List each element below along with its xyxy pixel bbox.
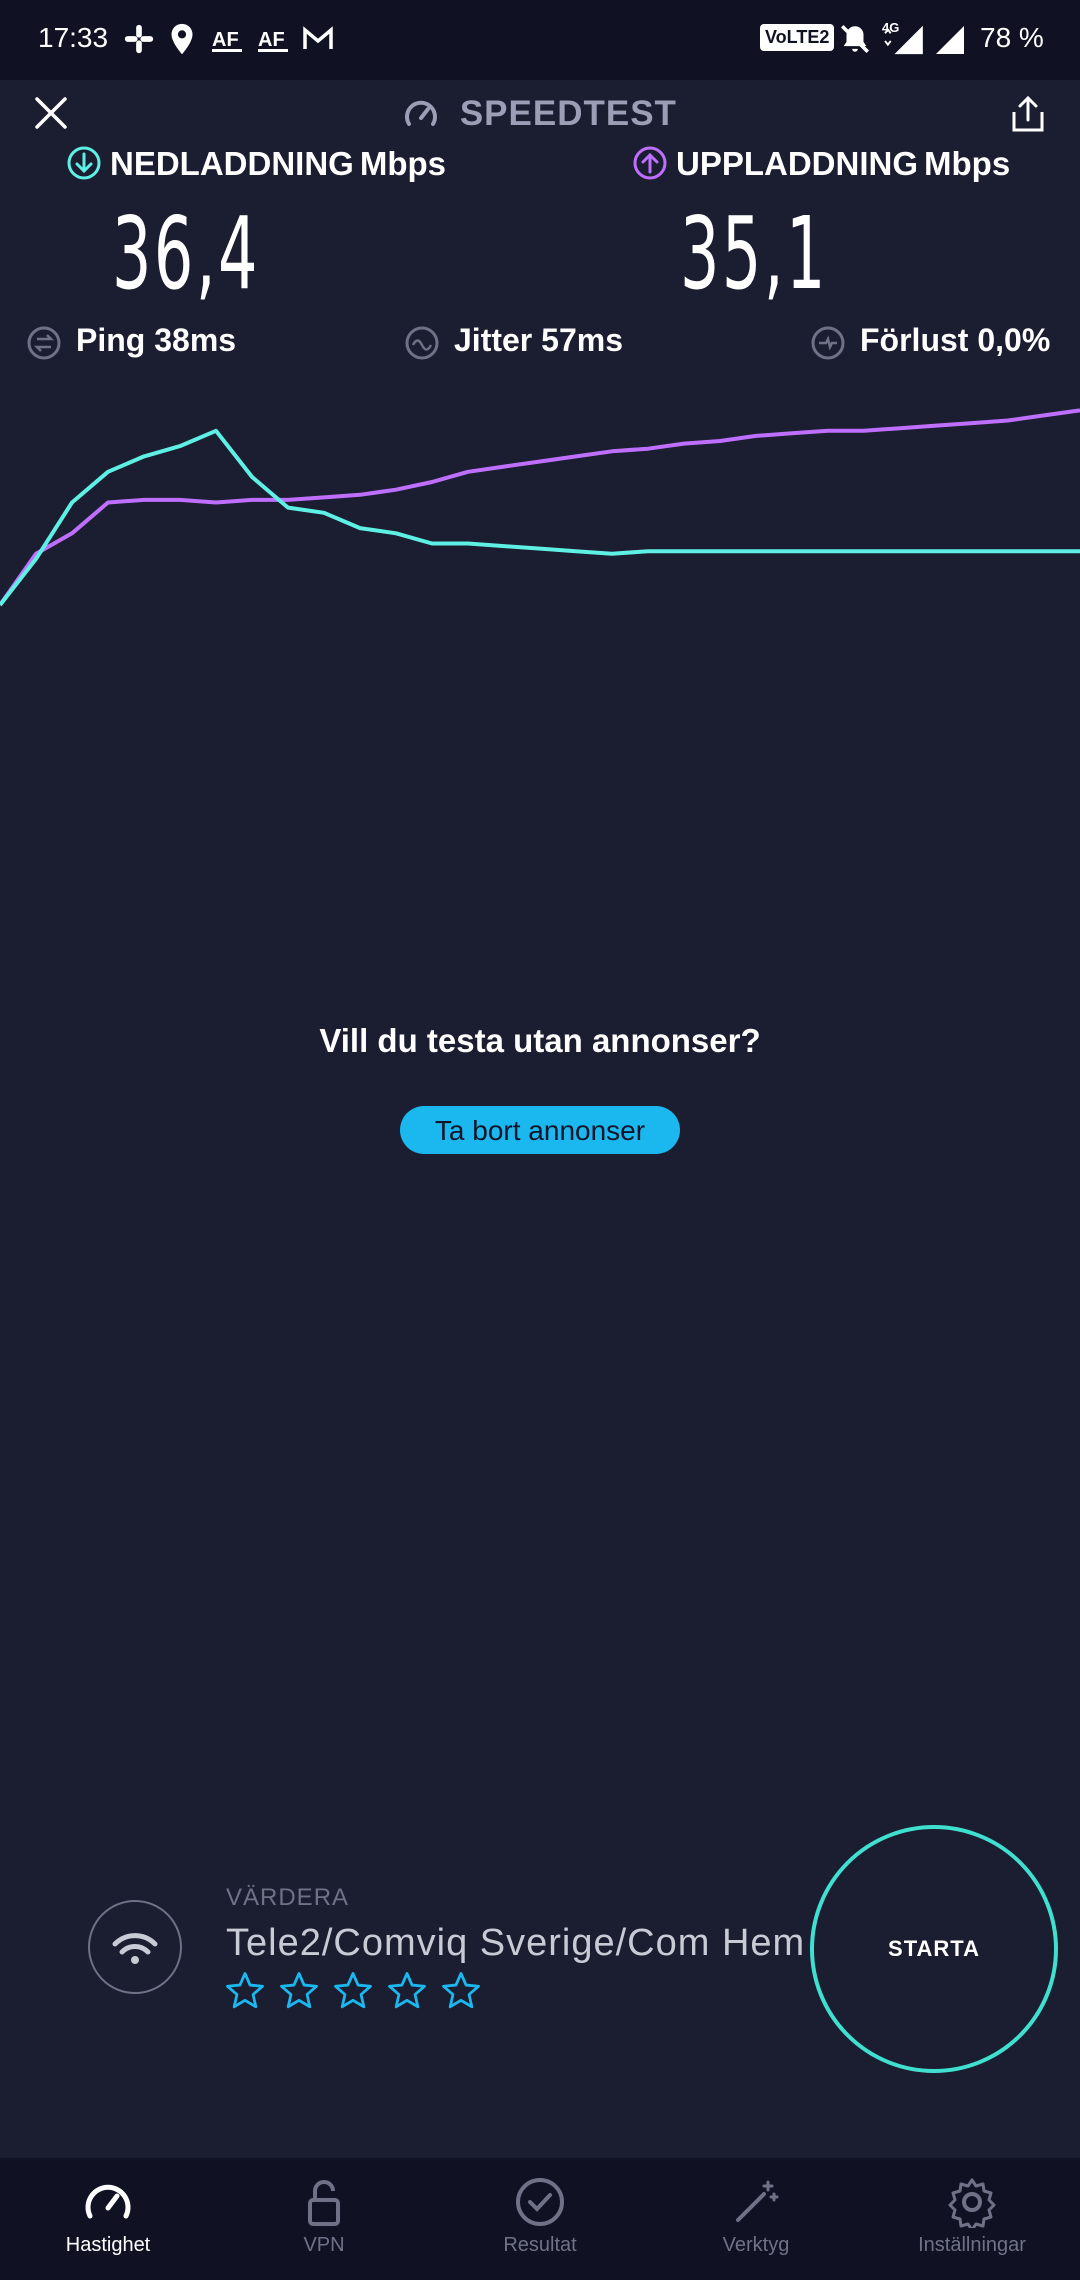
magic-wand-icon [736,2180,779,2222]
slack-icon [124,24,154,54]
signal-icon [884,25,923,55]
ad-title: Vill du testa utan annonser? [319,1022,761,1059]
upload-series-line [0,408,1080,607]
star-icon[interactable] [278,1970,320,2012]
download-label: NEDLADDNING Mbps [66,145,446,183]
app-icon: AF [212,29,242,52]
provider-name[interactable]: Tele2/Comviq Sverige/Com Hem [226,1922,805,1965]
wifi-icon [112,1933,158,1964]
start-button[interactable]: STARTA [810,1825,1058,2073]
nav-item-vpn[interactable]: VPN [216,2158,432,2280]
mute-icon [840,24,870,54]
packet-loss-icon [811,326,845,360]
app-icon: AF [258,29,288,52]
remove-ads-button[interactable]: Ta bort annonser [400,1106,680,1154]
svg-text:AF: AF [258,29,285,51]
svg-text:AF: AF [212,29,239,51]
speedometer-icon [405,100,438,126]
nav-label: Hastighet [65,2234,151,2256]
speed-icon [85,2184,131,2219]
upload-arrow-icon [633,146,667,180]
star-icon[interactable] [386,1970,428,2012]
nav-label: VPN [303,2234,345,2256]
nav-item-results[interactable]: Resultat [432,2158,648,2280]
nav-item-tools[interactable]: Verktyg [648,2158,864,2280]
signal-icon [936,26,964,54]
download-value: 36,4 [112,195,260,312]
loss-stat: Förlust 0,0% [810,322,1050,361]
location-icon [171,23,193,55]
jitter-stat: Jitter 57ms [404,322,623,361]
download-arrow-icon [67,146,101,180]
gear-icon [948,2178,996,2228]
star-icon[interactable] [440,1970,482,2012]
upload-value: 35,1 [680,195,828,312]
volte-badge: VoLTE2 [760,24,835,51]
rating-stars[interactable] [224,1970,494,2017]
speed-graph [0,408,1080,607]
share-icon[interactable] [1010,94,1046,134]
star-icon[interactable] [332,1970,374,2012]
provider-wifi-button[interactable] [88,1900,182,1994]
ping-stat: Ping 38ms [26,322,236,361]
nav-label: Resultat [503,2234,577,2256]
nav-item-settings[interactable]: Inställningar [864,2158,1080,2280]
nav-label: Inställningar [918,2234,1026,2256]
status-time: 17:33 [38,22,109,53]
nav-label: Verktyg [722,2234,790,2256]
status-bar: 17:33 AF AF VoLTE2 4G 78 % [0,0,1080,80]
jitter-icon [405,326,439,360]
ping-icon [27,326,61,360]
nav-item-speed[interactable]: Hastighet [0,2158,216,2280]
download-series-line [0,428,1080,607]
page-title: SPEEDTEST [0,92,1080,134]
upload-label: UPPLADDNING Mbps [632,145,1010,183]
lock-icon [308,2180,340,2226]
bottom-nav: Hastighet VPN Resultat Verktyg Inställni… [0,2158,1080,2280]
gmail-icon [303,26,333,49]
rate-label: VÄRDERA [226,1884,350,1911]
battery-level: 78 % [980,22,1044,53]
star-icon[interactable] [224,1970,266,2012]
check-circle-icon [516,2178,564,2226]
